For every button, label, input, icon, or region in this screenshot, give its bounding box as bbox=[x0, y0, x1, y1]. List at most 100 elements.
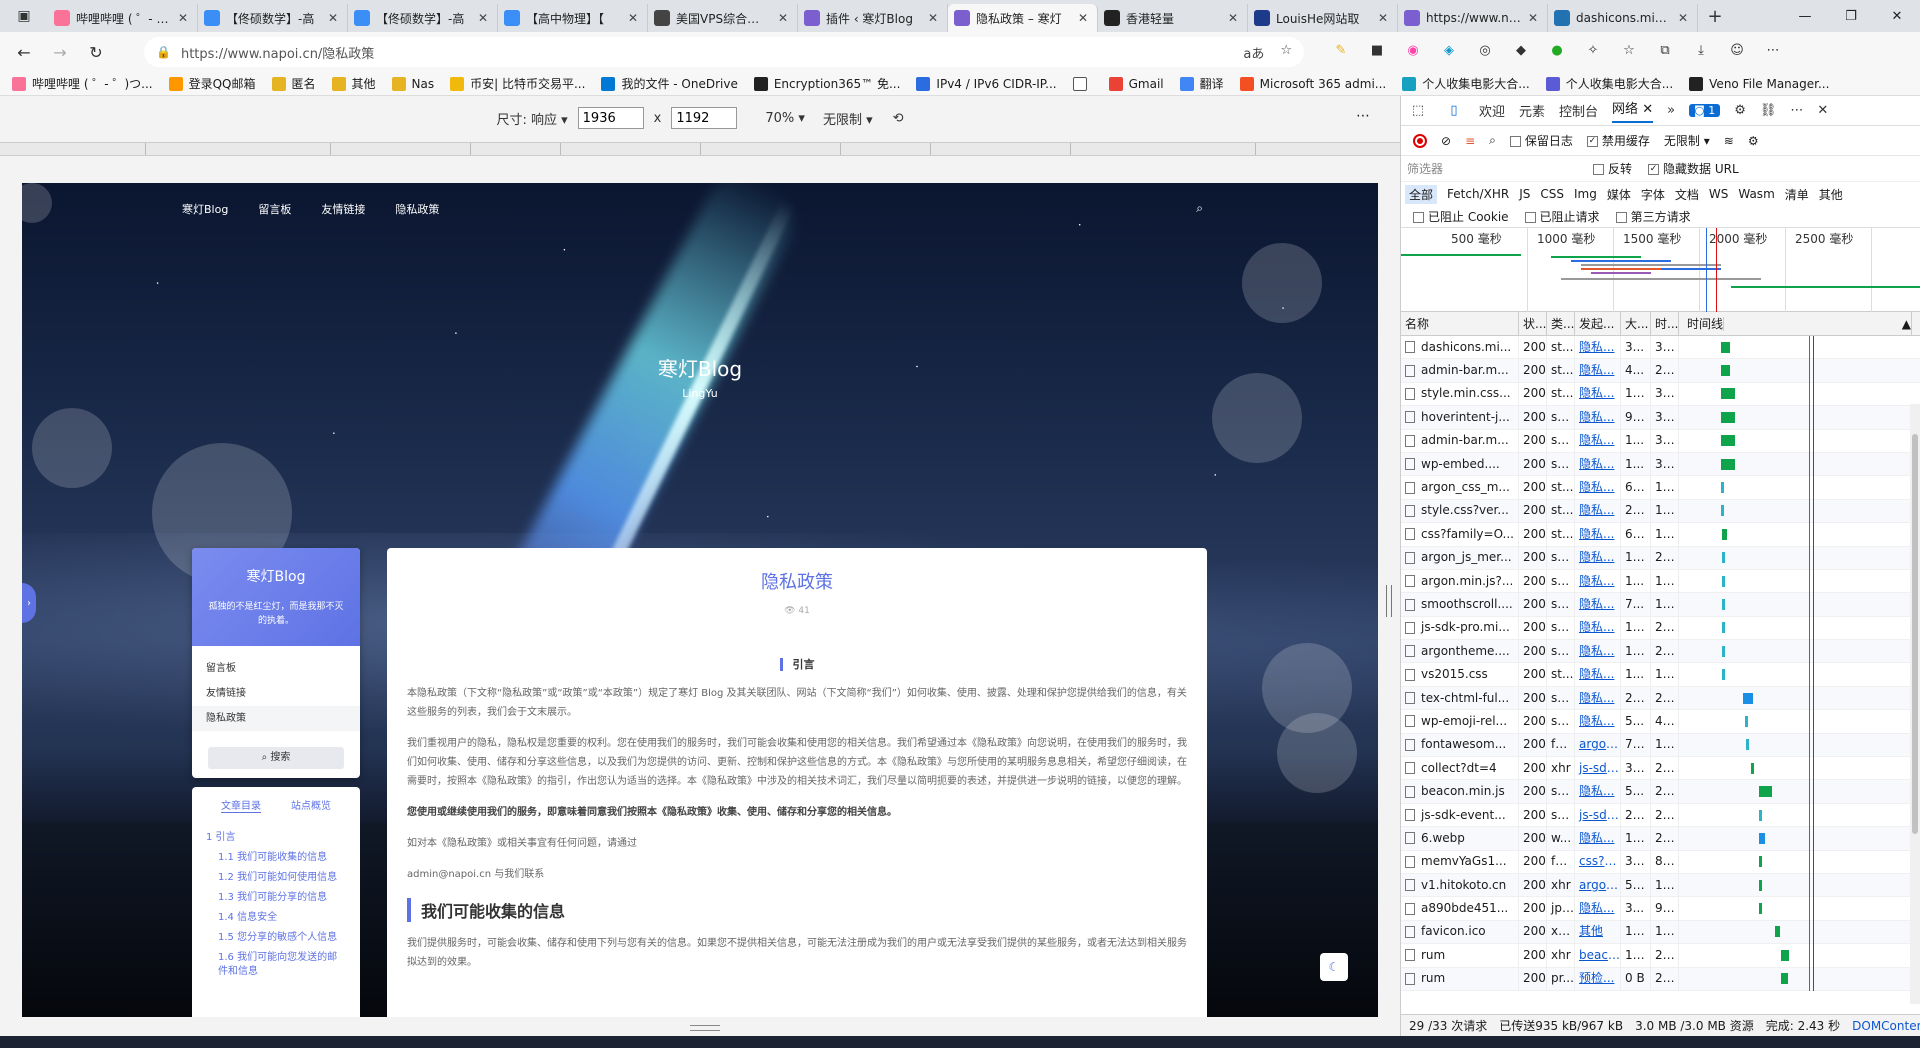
request-init[interactable]: 其他 bbox=[1575, 920, 1621, 944]
browser-tab[interactable]: dashicons.min.c ✕ bbox=[1548, 4, 1698, 32]
toc-item[interactable]: 1.2 我们可能如何使用信息 bbox=[206, 871, 346, 885]
back-icon[interactable]: ← bbox=[6, 36, 42, 68]
url-field[interactable]: 🔒 https://www.napoi.cn/隐私政策 aあ ☆ bbox=[144, 37, 1304, 67]
bookmark-item[interactable]: Gmail bbox=[1108, 76, 1164, 91]
read-aloud-icon[interactable]: aあ bbox=[1243, 43, 1264, 62]
request-init[interactable]: js-sdk-... bbox=[1575, 803, 1621, 827]
resize-handle[interactable] bbox=[1386, 585, 1392, 617]
bookmark-item[interactable]: 我的文件 - OneDrive bbox=[601, 75, 738, 92]
toc-item[interactable]: 1.4 信息安全 bbox=[206, 911, 346, 925]
type-filter[interactable]: 清单 bbox=[1785, 186, 1809, 203]
blocked-requests-checkbox[interactable]: 已阻止请求 bbox=[1524, 208, 1600, 225]
request-row[interactable]: favicon.ico 200x-i...其他17...13... bbox=[1401, 920, 1920, 945]
tab-elements[interactable]: 元素 bbox=[1519, 101, 1545, 120]
tab-close-icon[interactable]: ✕ bbox=[775, 11, 791, 25]
type-filter[interactable]: 文档 bbox=[1675, 186, 1699, 203]
request-row[interactable]: smoothscroll.... 200sc...隐私...7...16... bbox=[1401, 593, 1920, 617]
request-row[interactable]: tex-chtml-ful... 200sc...隐私...21...22... bbox=[1401, 686, 1920, 711]
devtools-close-icon[interactable]: ✕ bbox=[1817, 103, 1828, 118]
type-filter[interactable]: Wasm bbox=[1738, 187, 1774, 201]
nav-home[interactable]: 寒灯Blog bbox=[182, 201, 228, 217]
request-row[interactable]: style.css?ver... 200st...隐私...28...14... bbox=[1401, 499, 1920, 524]
refresh-icon[interactable]: ↻ bbox=[78, 36, 114, 68]
menu-item-privacy[interactable]: 隐私政策 bbox=[192, 706, 360, 731]
bookmark-item[interactable]: 匿名 bbox=[271, 75, 316, 92]
col-status[interactable]: 状... bbox=[1519, 311, 1547, 336]
invert-checkbox[interactable]: 反转 bbox=[1593, 160, 1632, 177]
downloads-icon[interactable]: ⤓ bbox=[1690, 38, 1712, 62]
request-row[interactable]: dashicons.mi... 200st...隐私...3...36... bbox=[1401, 335, 1920, 360]
tab-close-icon[interactable]: ✕ bbox=[1525, 11, 1541, 25]
col-size[interactable]: 大... bbox=[1621, 311, 1651, 336]
tab-close-icon[interactable]: ✕ bbox=[925, 11, 941, 25]
bookmark-item[interactable] bbox=[1072, 76, 1093, 91]
table-scrollbar[interactable] bbox=[1910, 404, 1920, 1004]
bookmark-item[interactable]: IPv4 / IPv6 CIDR-IP... bbox=[916, 76, 1057, 91]
type-filter[interactable]: 全部 bbox=[1405, 184, 1438, 204]
request-row[interactable]: admin-bar.m... 200sc...隐私...1...35... bbox=[1401, 429, 1920, 453]
toc-item[interactable]: 1.5 您分享的敏感个人信息 bbox=[206, 931, 346, 945]
resize-handle-bottom[interactable] bbox=[690, 1025, 720, 1031]
tab-close-icon[interactable]: ✕ bbox=[1375, 11, 1391, 25]
bookmark-item[interactable]: 个人收集电影大合... bbox=[1402, 75, 1530, 92]
browser-tab[interactable]: https://www.nap ✕ bbox=[1398, 4, 1548, 32]
request-row[interactable]: css?family=O... 200st...隐私...62...10... bbox=[1401, 522, 1920, 547]
type-filter[interactable]: 字体 bbox=[1641, 186, 1665, 203]
preserve-log-checkbox[interactable]: 保留日志 bbox=[1509, 132, 1573, 149]
tab-more[interactable]: » bbox=[1667, 103, 1675, 118]
request-init[interactable]: 隐私... bbox=[1575, 405, 1621, 429]
site-search-icon[interactable]: ⌕ bbox=[1196, 201, 1203, 216]
request-init[interactable]: 隐私... bbox=[1575, 826, 1621, 850]
favorites-icon[interactable]: ☆ bbox=[1618, 38, 1640, 62]
hide-data-url-checkbox[interactable]: ✓ 隐藏数据 URL bbox=[1648, 160, 1739, 177]
request-init[interactable]: 隐私... bbox=[1575, 639, 1621, 663]
request-row[interactable]: js-sdk-pro.mi... 200sc...隐私...12...20... bbox=[1401, 616, 1920, 641]
bookmark-item[interactable]: 翻译 bbox=[1179, 75, 1224, 92]
extension-games-icon[interactable]: ◈ bbox=[1438, 38, 1460, 62]
col-name[interactable]: 名称 bbox=[1401, 311, 1519, 336]
type-filter[interactable]: 其他 bbox=[1819, 186, 1843, 203]
tab-close-icon[interactable]: ✕ bbox=[475, 11, 491, 25]
request-init[interactable]: 隐私... bbox=[1575, 359, 1621, 383]
extension-puzzle-icon[interactable]: ◆ bbox=[1510, 38, 1532, 62]
third-party-checkbox[interactable]: 第三方请求 bbox=[1615, 208, 1691, 225]
request-init[interactable]: 隐私... bbox=[1575, 897, 1621, 921]
browser-tab[interactable]: LouisHe网站取 ✕ bbox=[1248, 4, 1398, 32]
request-row[interactable]: wp-emoji-rel... 200sc...隐私...5...48... bbox=[1401, 709, 1920, 734]
tab-network[interactable]: 网络 ✕ bbox=[1612, 98, 1654, 123]
bookmark-item[interactable]: 币安| 比特币交易平... bbox=[450, 75, 585, 92]
bookmark-item[interactable]: 其他 bbox=[331, 75, 376, 92]
sidebar-toggle-icon[interactable]: ▣ bbox=[0, 0, 48, 32]
bookmark-item[interactable]: Veno File Manager... bbox=[1689, 76, 1829, 91]
browser-tab[interactable]: 隐私政策 – 寒灯 ✕ bbox=[948, 4, 1098, 32]
throttle-dropdown[interactable]: 无限制 ▾ bbox=[823, 109, 873, 128]
tab-console[interactable]: 控制台 bbox=[1559, 101, 1598, 120]
request-init[interactable]: 隐私... bbox=[1575, 499, 1621, 523]
request-row[interactable]: argon_js_mer... 200sc...隐私...18...25... bbox=[1401, 546, 1920, 570]
request-init[interactable]: 隐私... bbox=[1575, 335, 1621, 359]
device-height-input[interactable] bbox=[671, 107, 738, 129]
devtools-more-icon[interactable]: ⋯ bbox=[1790, 103, 1803, 118]
browser-tab[interactable]: 插件 ‹ 寒灯Blog ✕ bbox=[798, 4, 948, 32]
request-init[interactable]: 隐私... bbox=[1575, 546, 1621, 570]
extension-cat-icon[interactable]: ◉ bbox=[1402, 38, 1424, 62]
device-width-input[interactable] bbox=[577, 107, 644, 129]
request-row[interactable]: fontawesom... 200fontargon...77...12... bbox=[1401, 733, 1920, 758]
tab-overview[interactable]: 站点概览 bbox=[291, 797, 331, 813]
request-init[interactable]: css?fa... bbox=[1575, 850, 1621, 874]
request-init[interactable]: 隐私... bbox=[1575, 429, 1621, 453]
zoom-dropdown[interactable]: 70% ▾ bbox=[765, 111, 805, 126]
new-tab-button[interactable]: + bbox=[1698, 6, 1732, 27]
request-row[interactable]: argon_css_m... 200st...隐私...64...11... bbox=[1401, 476, 1920, 500]
tab-welcome[interactable]: 欢迎 bbox=[1479, 101, 1505, 120]
nav-guestbook[interactable]: 留言板 bbox=[258, 201, 291, 217]
browser-tab[interactable]: 【高中物理】【 ✕ bbox=[498, 4, 648, 32]
type-filter[interactable]: Img bbox=[1574, 187, 1597, 201]
profile-avatar-icon[interactable]: ☺ bbox=[1726, 38, 1748, 62]
request-init[interactable]: argon... bbox=[1575, 733, 1621, 757]
inspect-icon[interactable]: ⬚ bbox=[1407, 103, 1429, 118]
nav-links[interactable]: 友情链接 bbox=[321, 201, 365, 217]
tab-close-icon[interactable]: ✕ bbox=[325, 11, 341, 25]
filter-icon[interactable]: ≡ bbox=[1465, 134, 1475, 148]
toc-item[interactable]: 1.3 我们可能分享的信息 bbox=[206, 891, 346, 905]
